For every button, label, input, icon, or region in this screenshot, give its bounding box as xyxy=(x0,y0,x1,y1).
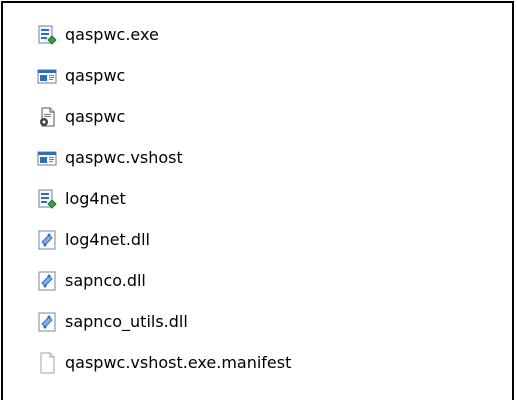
file-name: log4net xyxy=(65,189,126,208)
file-row-manifest[interactable]: qaspwc.vshost.exe.manifest xyxy=(23,350,503,391)
dll-extension-icon xyxy=(36,311,58,333)
dll-extension-icon xyxy=(36,229,58,251)
explorer-file-list-frame: qaspwc.exe qaspwc qaspwc qaspwc.vshost l… xyxy=(1,1,514,400)
file-name: qaspwc.exe xyxy=(65,25,159,44)
dll-extension-icon xyxy=(36,270,58,292)
file-row-log4net[interactable]: log4net xyxy=(23,186,503,227)
screenshot-page: qaspwc.exe qaspwc qaspwc qaspwc.vshost l… xyxy=(0,0,517,400)
setup-exe-icon xyxy=(36,24,58,46)
file-row-log4net-dll[interactable]: log4net.dll xyxy=(23,227,503,268)
file-name: log4net.dll xyxy=(65,230,150,249)
file-row-sapnco-utils-dll[interactable]: sapnco_utils.dll xyxy=(23,309,503,350)
application-window-icon xyxy=(36,65,58,87)
setup-exe-icon xyxy=(36,188,58,210)
file-row-qaspwc-exe[interactable]: qaspwc.exe xyxy=(23,22,503,63)
file-row-qaspwc-document[interactable]: qaspwc xyxy=(23,104,503,145)
file-name: qaspwc.vshost.exe.manifest xyxy=(65,353,292,372)
file-name: qaspwc xyxy=(65,107,126,126)
file-name: sapnco.dll xyxy=(65,271,146,290)
file-row-qaspwc-config[interactable]: qaspwc xyxy=(23,63,503,104)
file-name: qaspwc xyxy=(65,66,126,85)
file-name: sapnco_utils.dll xyxy=(65,312,188,331)
file-name: qaspwc.vshost xyxy=(65,148,183,167)
file-row-sapnco-dll[interactable]: sapnco.dll xyxy=(23,268,503,309)
config-document-icon xyxy=(36,106,58,128)
application-window-icon xyxy=(36,147,58,169)
generic-file-icon xyxy=(36,352,58,374)
file-list: qaspwc.exe qaspwc qaspwc qaspwc.vshost l… xyxy=(23,22,503,391)
file-row-qaspwc-vshost[interactable]: qaspwc.vshost xyxy=(23,145,503,186)
